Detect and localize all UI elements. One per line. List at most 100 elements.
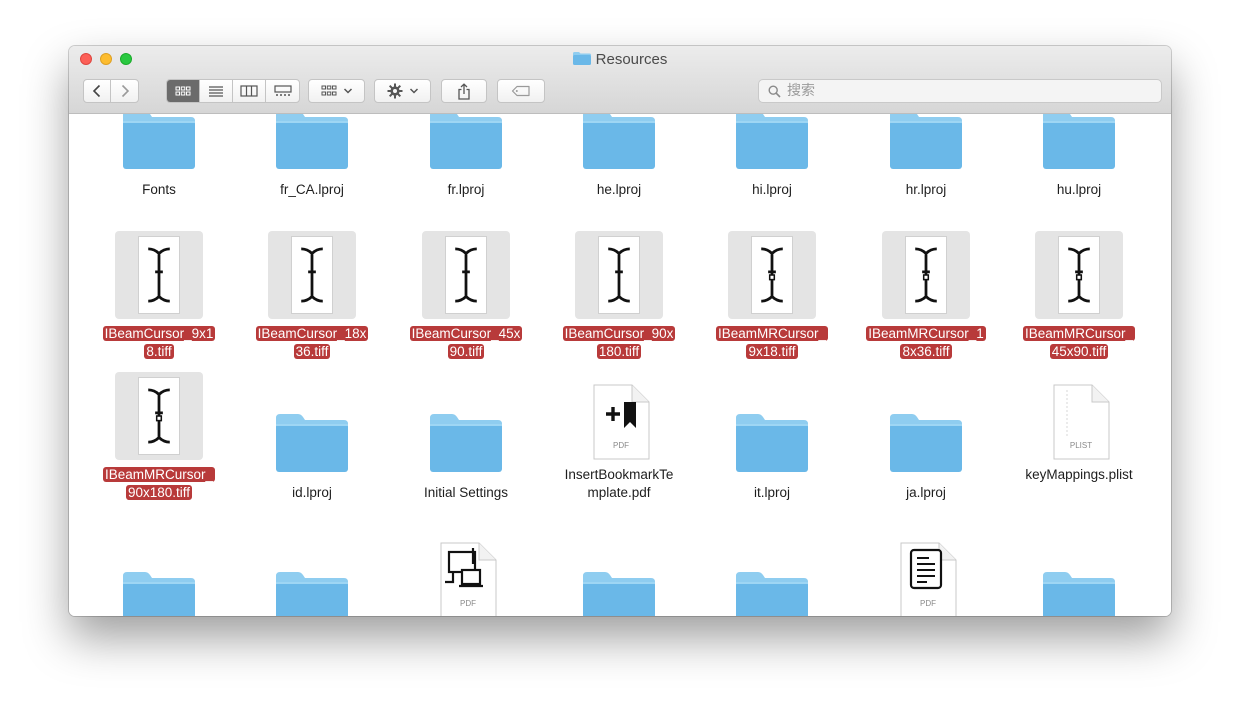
file-name-label: fr.lproj	[398, 181, 534, 199]
file-item[interactable]: IBeamMRCursor_ 9x18.tiff	[704, 231, 840, 371]
ibeam-mr-cursor-icon	[915, 247, 937, 303]
folder-icon	[123, 114, 195, 169]
file-item[interactable]: ja.lproj	[858, 372, 994, 512]
file-name-label: keyMappings.plist	[1011, 466, 1147, 484]
file-name-line: it.lproj	[753, 485, 790, 500]
file-name-label: IBeamMRCursor_1 8x36.tiff	[858, 325, 994, 361]
file-name-label: hu.lproj	[1011, 181, 1147, 199]
file-item[interactable]	[244, 530, 380, 616]
file-name-line: hu.lproj	[1056, 182, 1102, 197]
file-item[interactable]: id.lproj	[244, 372, 380, 512]
gallery-view-button[interactable]	[266, 80, 299, 102]
file-name-line: IBeamMRCursor_	[715, 326, 829, 341]
file-name-line: 90.tiff	[447, 344, 485, 359]
file-name-line: IBeamMRCursor_	[102, 467, 216, 482]
group-by-button[interactable]	[308, 79, 365, 103]
chevron-down-icon	[343, 88, 352, 94]
file-name-label: IBeamCursor_90x 180.tiff	[551, 325, 687, 361]
file-name-line: IBeamCursor_9x1	[102, 326, 216, 341]
file-name-label: IBeamMRCursor_ 90x180.tiff	[91, 466, 227, 502]
file-name-label: IBeamCursor_18x 36.tiff	[244, 325, 380, 361]
file-item[interactable]: it.lproj	[704, 372, 840, 512]
back-button[interactable]	[84, 80, 112, 102]
file-item[interactable]: PDF	[398, 530, 534, 616]
window-title-text: Resources	[595, 51, 668, 68]
svg-text:PDF: PDF	[613, 441, 629, 450]
file-item[interactable]	[1011, 530, 1147, 616]
file-item[interactable]: PLIST keyMappings.plist	[1011, 372, 1147, 512]
file-item[interactable]: IBeamCursor_18x 36.tiff	[244, 231, 380, 371]
folder-icon	[736, 414, 808, 472]
file-name-label: he.lproj	[551, 181, 687, 199]
file-item[interactable]: IBeamCursor_9x1 8.tiff	[91, 231, 227, 371]
ibeam-mr-cursor-icon	[148, 388, 170, 444]
file-item[interactable]: IBeamMRCursor_ 90x180.tiff	[91, 372, 227, 512]
file-item[interactable]: PDF	[858, 530, 994, 616]
file-name-line: 90x180.tiff	[125, 485, 193, 500]
file-item[interactable]: hr.lproj	[858, 114, 994, 209]
icon-view-button[interactable]	[167, 80, 200, 102]
tag-icon	[511, 85, 530, 97]
share-button[interactable]	[441, 79, 487, 103]
network-pdf-icon: PDF	[440, 542, 497, 616]
columns-icon	[240, 85, 258, 97]
list-view-button[interactable]	[200, 80, 233, 102]
column-view-button[interactable]	[233, 80, 266, 102]
file-name-line: Fonts	[142, 182, 176, 197]
share-icon	[458, 82, 470, 100]
file-item[interactable]: IBeamMRCursor_ 45x90.tiff	[1011, 231, 1147, 371]
file-name-line: InsertBookmarkTe	[564, 467, 674, 482]
folder-icon	[736, 114, 808, 169]
file-item[interactable]: fr_CA.lproj	[244, 114, 380, 209]
file-item[interactable]: PDF InsertBookmarkTe mplate.pdf	[551, 372, 687, 512]
file-name-line: keyMappings.plist	[1025, 467, 1133, 482]
file-item[interactable]: fr.lproj	[398, 114, 534, 209]
document-pdf-icon: PDF	[900, 542, 957, 616]
file-name-line: 180.tiff	[596, 344, 642, 359]
file-name-line: 36.tiff	[293, 344, 331, 359]
file-name-label: IBeamCursor_9x1 8.tiff	[91, 325, 227, 361]
search-input[interactable]	[785, 82, 1089, 100]
search-field[interactable]	[758, 79, 1162, 103]
file-name-line: fr.lproj	[447, 182, 485, 197]
file-item[interactable]: Fonts	[91, 114, 227, 209]
folder-icon	[430, 414, 502, 472]
list-icon	[209, 86, 223, 97]
group-grid-icon	[321, 85, 336, 96]
folder-icon	[583, 114, 655, 169]
ibeam-cursor-icon	[608, 247, 630, 303]
folder-icon	[583, 572, 655, 616]
file-item[interactable]: Initial Settings	[398, 372, 534, 512]
file-item[interactable]	[91, 530, 227, 616]
window-title: Resources	[69, 51, 1171, 68]
svg-text:PDF: PDF	[920, 599, 936, 608]
file-name-line: hr.lproj	[905, 182, 947, 197]
gallery-icon	[273, 85, 292, 96]
edit-tags-button[interactable]	[497, 79, 545, 103]
navigation-buttons	[83, 79, 139, 103]
chevron-right-icon	[121, 84, 129, 98]
file-name-label: InsertBookmarkTe mplate.pdf	[551, 466, 687, 502]
action-menu-button[interactable]	[374, 79, 431, 103]
file-item[interactable]	[704, 530, 840, 616]
folder-icon	[1043, 114, 1115, 169]
file-item[interactable]: IBeamCursor_45x 90.tiff	[398, 231, 534, 371]
file-item[interactable]: hi.lproj	[704, 114, 840, 209]
file-name-label: Fonts	[91, 181, 227, 199]
gear-icon	[387, 83, 402, 99]
folder-icon	[430, 114, 502, 169]
finder-window: Resources 搜索 Fonts fr_CA.lproj fr.lproj …	[69, 46, 1171, 616]
file-name-label: hr.lproj	[858, 181, 994, 199]
ibeam-cursor-icon	[148, 247, 170, 303]
forward-button[interactable]	[111, 80, 138, 102]
title-bar: Resources	[69, 46, 1171, 114]
file-item[interactable]: hu.lproj	[1011, 114, 1147, 209]
file-item[interactable]: IBeamCursor_90x 180.tiff	[551, 231, 687, 371]
file-item[interactable]	[551, 530, 687, 616]
file-item[interactable]: IBeamMRCursor_1 8x36.tiff	[858, 231, 994, 371]
file-name-line: IBeamMRCursor_	[1022, 326, 1136, 341]
file-name-line: hi.lproj	[752, 182, 792, 197]
file-name-line: ja.lproj	[906, 485, 946, 500]
file-name-line: IBeamMRCursor_1	[866, 326, 986, 341]
file-item[interactable]: he.lproj	[551, 114, 687, 209]
